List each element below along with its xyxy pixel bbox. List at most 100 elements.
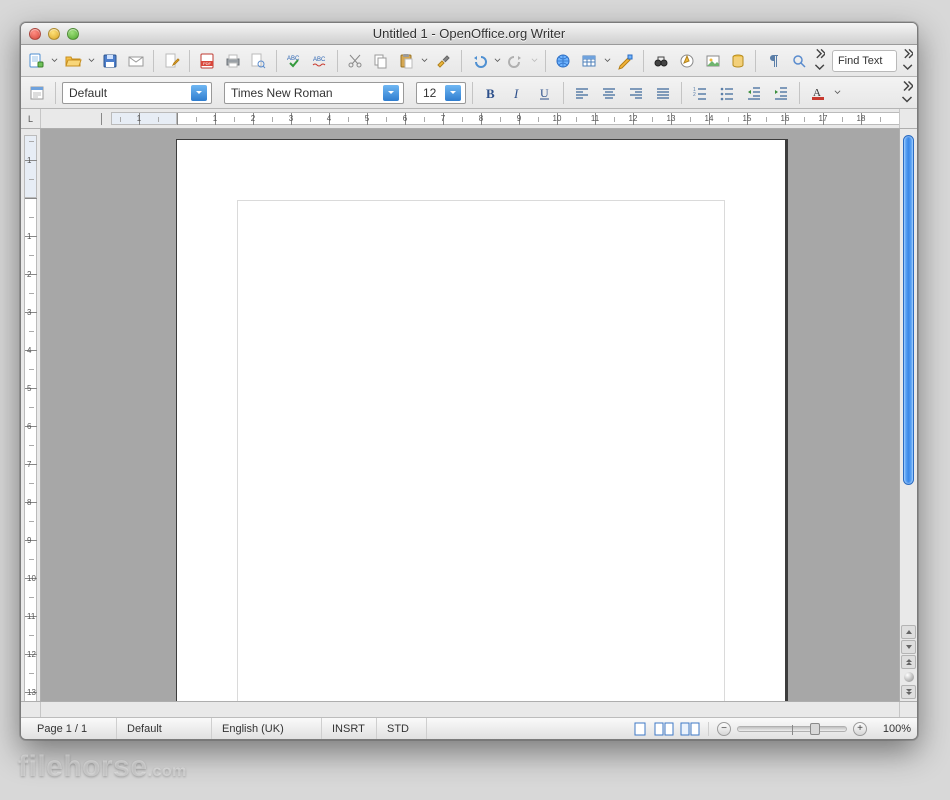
format-paintbrush-button[interactable] xyxy=(432,49,455,73)
hyperlink-button[interactable] xyxy=(552,49,575,73)
abc-underline-icon: ABC xyxy=(311,52,329,70)
copy-button[interactable] xyxy=(369,49,392,73)
new-document-dropdown[interactable] xyxy=(51,57,59,64)
edit-file-button[interactable] xyxy=(160,49,183,73)
save-button[interactable] xyxy=(99,49,122,73)
svg-text:PDF: PDF xyxy=(203,61,212,66)
abc-check-icon: ABC xyxy=(285,52,303,70)
navigation-button[interactable] xyxy=(901,670,916,684)
zoom-value[interactable]: 100% xyxy=(873,723,911,735)
spellcheck-button[interactable]: ABC xyxy=(283,49,306,73)
print-button[interactable] xyxy=(222,49,245,73)
find-replace-button[interactable] xyxy=(650,49,673,73)
zoom-slider[interactable] xyxy=(737,726,847,732)
zoom-in-button[interactable]: + xyxy=(853,722,867,736)
paste-button[interactable] xyxy=(395,49,418,73)
scroll-down-button[interactable] xyxy=(901,640,916,654)
cut-button[interactable] xyxy=(344,49,367,73)
zoom-button[interactable] xyxy=(788,49,811,73)
increase-indent-button[interactable] xyxy=(769,81,793,105)
single-page-view-icon[interactable] xyxy=(632,722,648,736)
open-dropdown[interactable] xyxy=(88,57,96,64)
next-page-button[interactable] xyxy=(901,685,916,699)
scroll-up-button[interactable] xyxy=(901,625,916,639)
svg-text:B: B xyxy=(486,86,495,101)
watermark: filehorse.com xyxy=(18,750,187,784)
toolbar-separator xyxy=(472,82,473,104)
status-page-style[interactable]: Default xyxy=(117,718,212,739)
decrease-indent-button[interactable] xyxy=(742,81,766,105)
paragraph-style-combo[interactable]: Default xyxy=(62,82,212,104)
align-justify-button[interactable] xyxy=(651,81,675,105)
status-page[interactable]: Page 1 / 1 xyxy=(27,718,117,739)
watermark-tld: .com xyxy=(148,763,187,780)
undo-button[interactable] xyxy=(468,49,491,73)
nonprinting-chars-button[interactable] xyxy=(762,49,785,73)
find-text-field[interactable]: Find Text xyxy=(832,50,897,72)
zoom-slider-knob[interactable] xyxy=(810,723,820,735)
document-canvas[interactable] xyxy=(41,129,899,701)
horizontal-ruler[interactable]: 1123456789101112131415161718 xyxy=(41,109,899,128)
undo-dropdown[interactable] xyxy=(493,57,501,64)
printer-icon xyxy=(224,52,242,70)
scrollbar-thumb[interactable] xyxy=(903,135,914,485)
multi-page-view-icon[interactable] xyxy=(654,722,674,736)
find-toolbar-overflow[interactable] xyxy=(902,48,913,73)
data-sources-button[interactable] xyxy=(727,49,750,73)
previous-page-button[interactable] xyxy=(901,655,916,669)
font-color-button[interactable]: A xyxy=(806,81,830,105)
horizontal-ruler-row: L 1123456789101112131415161718 xyxy=(21,109,917,129)
font-size-combo[interactable]: 12 xyxy=(416,82,466,104)
horizontal-scrollbar[interactable] xyxy=(41,702,899,717)
outdent-icon xyxy=(745,84,763,102)
ruler-corner[interactable]: L xyxy=(21,109,41,128)
bulleted-list-button[interactable] xyxy=(715,81,739,105)
vertical-scrollbar[interactable] xyxy=(899,129,917,701)
auto-spellcheck-button[interactable]: ABC xyxy=(308,49,331,73)
toolbar-overflow[interactable] xyxy=(814,48,825,73)
window-zoom-button[interactable] xyxy=(67,28,79,40)
document-page[interactable] xyxy=(176,139,786,701)
navigator-button[interactable] xyxy=(676,49,699,73)
gallery-button[interactable] xyxy=(701,49,724,73)
email-button[interactable] xyxy=(125,49,148,73)
window-close-button[interactable] xyxy=(29,28,41,40)
status-insert-mode[interactable]: INSRT xyxy=(322,718,377,739)
paste-dropdown[interactable] xyxy=(421,57,429,64)
table-dropdown[interactable] xyxy=(603,57,611,64)
vertical-ruler[interactable]: 11234567891011121314 xyxy=(21,129,41,701)
show-draw-functions-button[interactable] xyxy=(615,49,638,73)
window-minimize-button[interactable] xyxy=(48,28,60,40)
find-text-label: Find Text xyxy=(838,55,882,67)
export-pdf-button[interactable]: PDF xyxy=(196,49,219,73)
align-center-button[interactable] xyxy=(597,81,621,105)
print-preview-button[interactable] xyxy=(247,49,270,73)
status-selection-mode[interactable]: STD xyxy=(377,718,427,739)
align-left-button[interactable] xyxy=(570,81,594,105)
status-language[interactable]: English (UK) xyxy=(212,718,322,739)
redo-dropdown[interactable] xyxy=(530,57,538,64)
open-button[interactable] xyxy=(62,49,85,73)
italic-button[interactable]: I xyxy=(506,81,530,105)
font-color-dropdown[interactable] xyxy=(833,89,842,96)
table-button[interactable] xyxy=(577,49,600,73)
underline-button[interactable]: U xyxy=(533,81,557,105)
zoom-out-button[interactable]: − xyxy=(717,722,731,736)
toolbar-separator xyxy=(643,50,644,72)
bold-button[interactable]: B xyxy=(479,81,503,105)
new-document-button[interactable] xyxy=(25,49,48,73)
text-frame[interactable] xyxy=(237,200,725,701)
numbered-list-button[interactable]: 12 xyxy=(688,81,712,105)
app-window: Untitled 1 - OpenOffice.org Writer PDF xyxy=(20,22,918,740)
underline-icon: U xyxy=(536,84,554,102)
copy-icon xyxy=(372,52,390,70)
styles-window-button[interactable] xyxy=(25,81,49,105)
book-view-icon[interactable] xyxy=(680,722,700,736)
svg-text:I: I xyxy=(513,86,519,101)
scissors-icon xyxy=(346,52,364,70)
align-right-button[interactable] xyxy=(624,81,648,105)
font-name-combo[interactable]: Times New Roman xyxy=(224,82,404,104)
envelope-icon xyxy=(127,52,145,70)
redo-button[interactable] xyxy=(505,49,528,73)
formatting-toolbar-overflow[interactable] xyxy=(901,80,913,106)
